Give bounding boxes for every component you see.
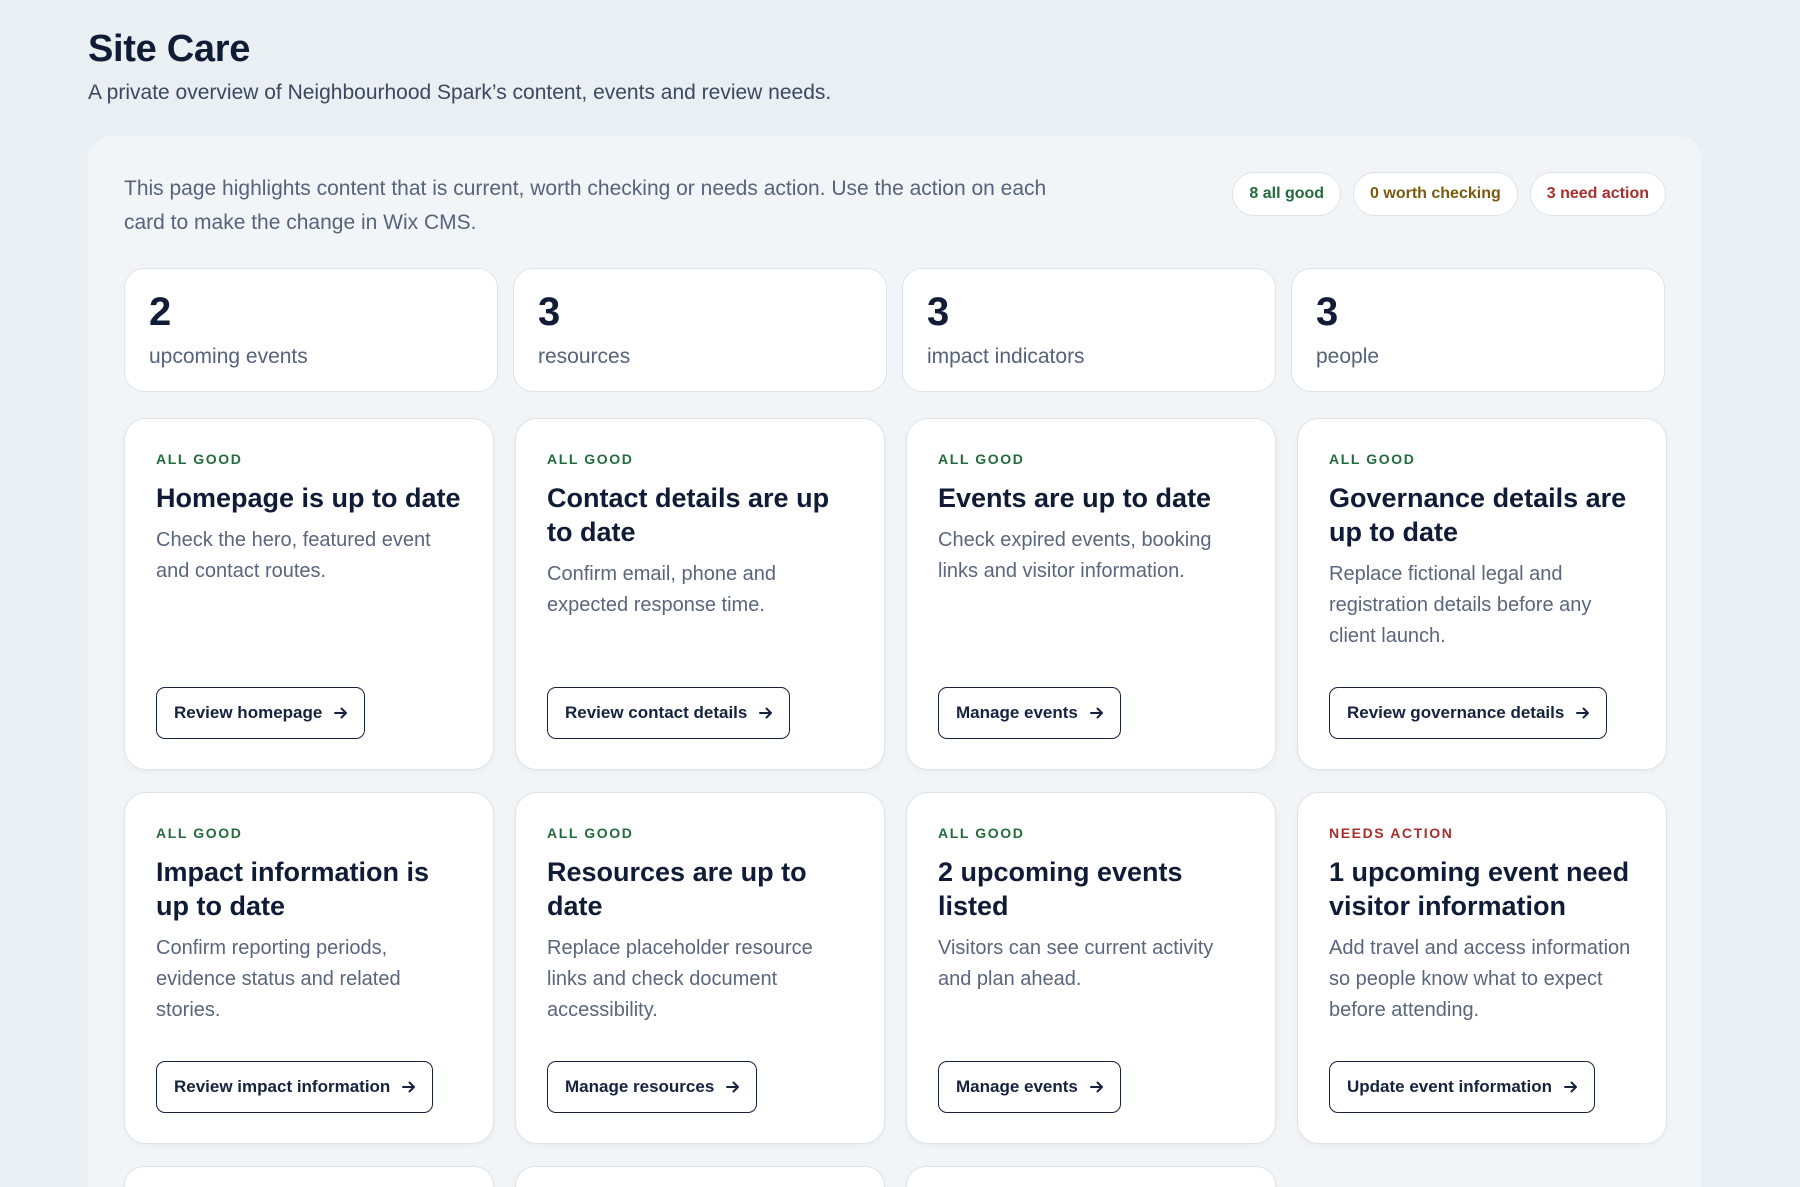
card-title: Homepage is up to date (156, 483, 461, 513)
card-title: Contact details are up to date (547, 483, 830, 547)
stat-label: upcoming events (149, 345, 308, 368)
care-card (515, 1166, 885, 1187)
status-label: ALL GOOD (547, 825, 634, 841)
card-description: Confirm reporting periods, evidence stat… (156, 937, 401, 1021)
card-description: Visitors can see current activity and pl… (938, 937, 1214, 990)
stat-value: 3 (538, 290, 561, 334)
card-description: Replace placeholder resource links and c… (547, 937, 813, 1021)
button-label: Review governance details (1347, 703, 1565, 722)
stat-value: 2 (149, 290, 172, 334)
card-title: 1 upcoming event need visitor informatio… (1329, 857, 1630, 921)
status-label: ALL GOOD (938, 451, 1025, 467)
stat-label: impact indicators (927, 345, 1085, 368)
arrow-right-icon (1089, 1081, 1103, 1093)
care-card-contact: ALL GOOD Contact details are up to date … (515, 418, 885, 770)
site-care-panel: This page highlights content that is cur… (88, 136, 1702, 1187)
page-header: Site Care A private overview of Neighbou… (88, 28, 831, 105)
page-subtitle: A private overview of Neighbourhood Spar… (88, 81, 832, 104)
card-title: Impact information is up to date (156, 857, 430, 921)
card-description: Confirm email, phone and expected respon… (547, 563, 777, 616)
update-event-information-button[interactable]: Update event information (1329, 1061, 1595, 1113)
site-care-page: Site Care A private overview of Neighbou… (0, 0, 1800, 1187)
card-description: Check expired events, booking links and … (938, 529, 1212, 582)
care-card-impact: ALL GOOD Impact information is up to dat… (124, 792, 494, 1144)
button-label: Review impact information (174, 1077, 391, 1096)
care-card-grid: ALL GOOD Homepage is up to date Check th… (124, 418, 1667, 1187)
arrow-right-icon (1576, 707, 1590, 719)
button-label: Update event information (1347, 1077, 1552, 1096)
stat-value: 3 (1316, 290, 1339, 334)
status-label: ALL GOOD (156, 451, 243, 467)
card-description: Replace fictional legal and registration… (1329, 563, 1592, 647)
status-label: ALL GOOD (938, 825, 1025, 841)
card-title: Governance details are up to date (1329, 483, 1627, 547)
care-card-upcoming-events: ALL GOOD 2 upcoming events listed Visito… (906, 792, 1276, 1144)
arrow-right-icon (759, 707, 773, 719)
status-summary: 8 all good 0 worth checking 3 need actio… (1232, 172, 1666, 216)
need-action-badge: 3 need action (1529, 172, 1666, 216)
stat-upcoming-events: 2 upcoming events (124, 268, 498, 392)
arrow-right-icon (402, 1081, 416, 1093)
arrow-right-icon (334, 707, 348, 719)
stat-impact-indicators: 3 impact indicators (902, 268, 1276, 392)
all-good-badge: 8 all good (1232, 172, 1342, 216)
care-card-governance: ALL GOOD Governance details are up to da… (1297, 418, 1667, 770)
stat-label: resources (538, 345, 631, 368)
stat-people: 3 people (1291, 268, 1665, 392)
status-label: ALL GOOD (1329, 451, 1416, 467)
card-title: Events are up to date (938, 483, 1212, 513)
review-homepage-button[interactable]: Review homepage (156, 687, 366, 739)
arrow-right-icon (726, 1081, 740, 1093)
stat-label: people (1316, 345, 1380, 368)
button-label: Manage resources (565, 1077, 715, 1096)
status-label: ALL GOOD (156, 825, 243, 841)
manage-events-button[interactable]: Manage events (938, 687, 1121, 739)
page-title: Site Care (88, 28, 251, 70)
arrow-right-icon (1089, 707, 1103, 719)
stat-resources: 3 resources (513, 268, 887, 392)
status-label: ALL GOOD (547, 451, 634, 467)
care-card-events: ALL GOOD Events are up to date Check exp… (906, 418, 1276, 770)
review-impact-information-button[interactable]: Review impact information (156, 1061, 434, 1113)
card-title: Resources are up to date (547, 857, 807, 921)
care-card (906, 1166, 1276, 1187)
button-label: Manage events (956, 703, 1078, 722)
care-card (124, 1166, 494, 1187)
manage-resources-button[interactable]: Manage resources (547, 1061, 758, 1113)
button-label: Manage events (956, 1077, 1078, 1096)
stats-row: 2 upcoming events 3 resources 3 impact i… (124, 268, 1666, 392)
card-description: Add travel and access information so peo… (1329, 937, 1631, 1021)
review-governance-details-button[interactable]: Review governance details (1329, 687, 1608, 739)
worth-checking-badge: 0 worth checking (1353, 172, 1518, 216)
intro-text: This page highlights content that is cur… (124, 177, 1047, 234)
care-card-visitor-information: NEEDS ACTION 1 upcoming event need visit… (1297, 792, 1667, 1144)
status-label: NEEDS ACTION (1329, 825, 1454, 841)
card-title: 2 upcoming events listed (938, 857, 1183, 921)
button-label: Review homepage (174, 703, 323, 722)
button-label: Review contact details (565, 703, 748, 722)
stat-value: 3 (927, 290, 950, 334)
arrow-right-icon (1563, 1081, 1577, 1093)
card-description: Check the hero, featured event and conta… (156, 529, 431, 582)
review-contact-details-button[interactable]: Review contact details (547, 687, 791, 739)
care-card-resources: ALL GOOD Resources are up to date Replac… (515, 792, 885, 1144)
manage-events-button[interactable]: Manage events (938, 1061, 1121, 1113)
care-card-homepage: ALL GOOD Homepage is up to date Check th… (124, 418, 494, 770)
